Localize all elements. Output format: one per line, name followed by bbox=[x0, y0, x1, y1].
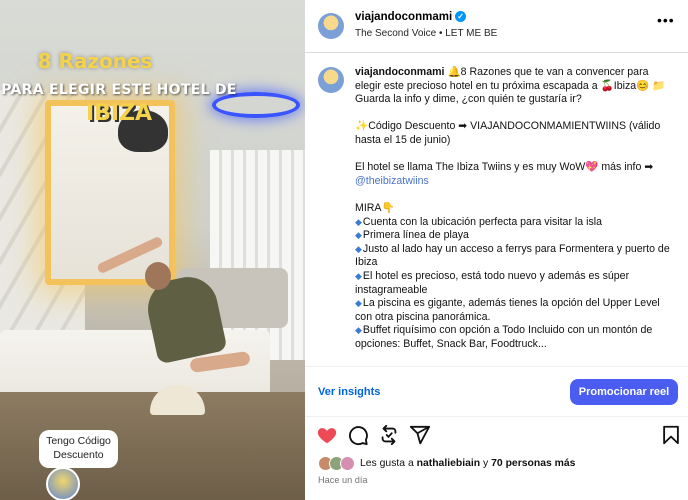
heart-icon[interactable] bbox=[316, 424, 338, 446]
caption-list-item: ◆Justo al lado hay un acceso a ferrys pa… bbox=[355, 242, 670, 269]
caption-discount: ✨Código Descuento ➡ VIAJANDOCONMAMIENTWI… bbox=[355, 120, 661, 146]
bookmark-icon[interactable] bbox=[660, 424, 682, 446]
diamond-bullet-icon: ◆ bbox=[355, 243, 362, 254]
caption-username[interactable]: viajandoconmami bbox=[355, 66, 444, 78]
promote-reel-button[interactable]: Promocionar reel bbox=[570, 379, 678, 405]
comment-icon[interactable] bbox=[347, 424, 369, 446]
header-avatar[interactable] bbox=[318, 13, 344, 39]
header-username-text[interactable]: viajandoconmami bbox=[355, 11, 452, 23]
likes-prefix: Les gusta a bbox=[360, 458, 417, 469]
diamond-bullet-icon: ◆ bbox=[355, 230, 362, 241]
liker-avatars[interactable] bbox=[318, 456, 360, 472]
sticker-avatar bbox=[46, 467, 80, 500]
diamond-bullet-icon: ◆ bbox=[355, 216, 362, 227]
divider bbox=[305, 366, 688, 367]
caption-list-item: ◆Cuenta con la ubicación perfecta para v… bbox=[355, 215, 603, 228]
caption-avatar[interactable] bbox=[318, 67, 344, 93]
overlay-title-line2: PARA ELEGIR ESTE HOTEL DE bbox=[1, 82, 237, 98]
likes-connector: y bbox=[480, 458, 492, 469]
liker-avatar bbox=[340, 456, 355, 471]
repost-icon[interactable] bbox=[378, 424, 400, 446]
overlay-title-line1: 8 Razones bbox=[37, 49, 153, 73]
liker-username[interactable]: nathaliebiain bbox=[417, 458, 481, 469]
discount-sticker[interactable]: Tengo Código Descuento bbox=[39, 430, 118, 468]
caption-mira: MIRA👇 bbox=[355, 201, 395, 214]
likes-summary[interactable]: Les gusta a nathaliebiain y 70 personas … bbox=[360, 458, 575, 469]
divider bbox=[305, 52, 688, 53]
caption-list-item: ◆Primera línea de playa bbox=[355, 229, 469, 242]
reel-media[interactable]: 8 Razones PARA ELEGIR ESTE HOTEL DE IBIZ… bbox=[0, 0, 305, 500]
hotel-mention-link[interactable]: @theibizatwiins bbox=[355, 175, 429, 187]
diamond-bullet-icon: ◆ bbox=[355, 270, 362, 281]
caption-list-item: ◆La piscina es gigante, además tienes la… bbox=[355, 297, 660, 323]
caption-list-item: ◆El hotel es precioso, está todo nuevo y… bbox=[355, 269, 630, 296]
verified-badge-icon: ✓ bbox=[455, 11, 467, 23]
person-head bbox=[145, 262, 171, 290]
overlay-title-line3: IBIZA bbox=[85, 101, 153, 126]
post-timestamp[interactable]: Hace un día bbox=[318, 475, 368, 485]
likes-count[interactable]: 70 personas más bbox=[491, 458, 575, 469]
audio-track[interactable]: The Second Voice • LET ME BE bbox=[355, 28, 497, 39]
diamond-bullet-icon: ◆ bbox=[355, 325, 362, 336]
caption-hotel: El hotel se llama The Ibiza Twiins y es … bbox=[355, 161, 654, 174]
header-username[interactable]: viajandoconmami ✓ bbox=[355, 11, 467, 23]
caption: viajandoconmami 🔔8 Razones que te van a … bbox=[355, 66, 675, 351]
divider bbox=[305, 416, 688, 417]
window-blinds bbox=[210, 150, 305, 360]
post-sidebar: viajandoconmami ✓ The Second Voice • LET … bbox=[305, 0, 688, 500]
share-icon[interactable] bbox=[409, 424, 431, 446]
diamond-bullet-icon: ◆ bbox=[355, 298, 362, 309]
more-options-icon[interactable]: ••• bbox=[657, 12, 675, 28]
caption-list-item: ◆Buffet riquísimo con opción a Todo Incl… bbox=[355, 324, 653, 350]
view-insights-link[interactable]: Ver insights bbox=[318, 386, 380, 398]
